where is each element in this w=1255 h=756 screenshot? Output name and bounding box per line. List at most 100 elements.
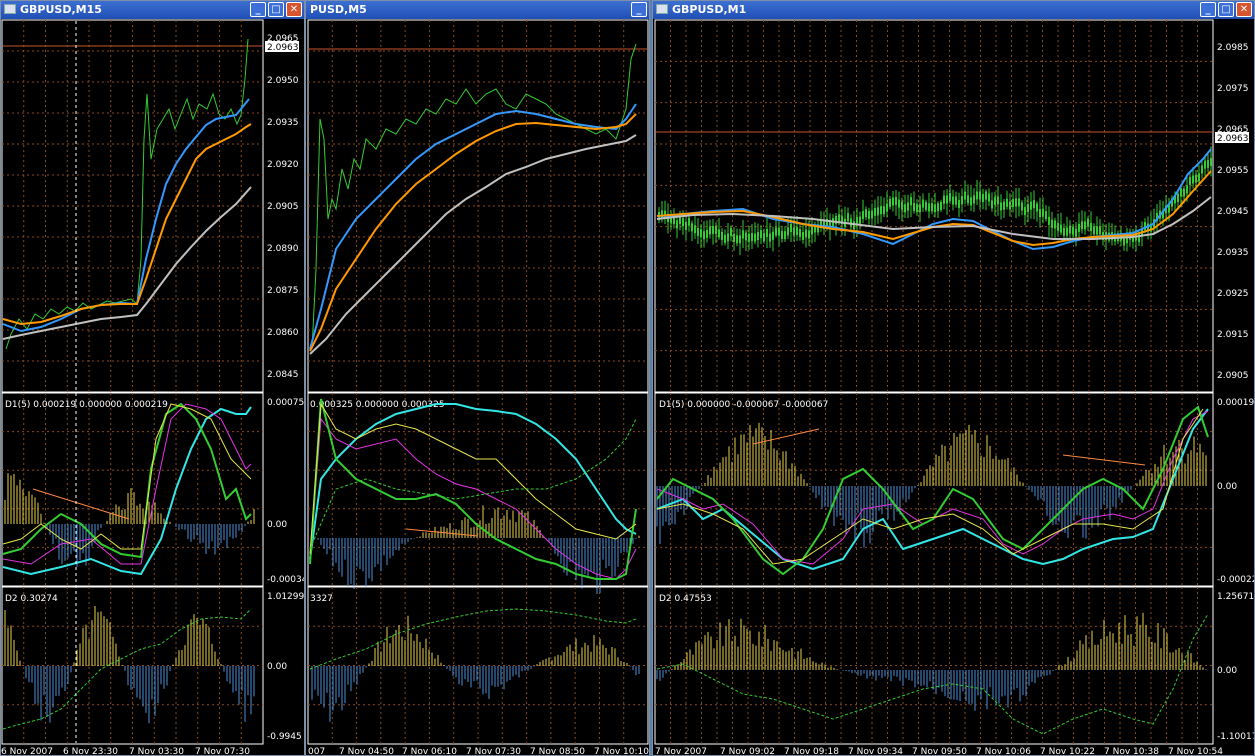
time-tick: 7 Nov 09:34 xyxy=(848,747,903,756)
candle-body xyxy=(1072,226,1074,235)
candle-body xyxy=(964,191,966,200)
price-tick: 2.0920 xyxy=(267,160,299,170)
candle-body xyxy=(922,199,924,208)
candle-body xyxy=(685,221,687,230)
candle-body xyxy=(961,196,963,205)
candle-body xyxy=(793,227,795,236)
indicator-tick: -1.10017 xyxy=(1217,732,1255,742)
candle-body xyxy=(1006,198,1008,207)
price-axis: 2.0985 2.0975 2.0965 2.0955 2.0945 2.093… xyxy=(1215,43,1249,381)
window-title: GBPUSD,M1 xyxy=(672,3,747,16)
candle-body xyxy=(739,235,741,244)
candle-body xyxy=(928,203,930,212)
price-tick: 2.0985 xyxy=(1217,43,1249,53)
candle-body xyxy=(853,221,855,230)
window-titlebar[interactable]: GBPUSD,M1 _ □ ✕ xyxy=(653,1,1254,19)
chart-canvas[interactable]: 2.0965 2.0950 2.0935 2.0920 2.0905 2.089… xyxy=(1,19,305,756)
chart-canvas[interactable]: 2.0985 2.0975 2.0965 2.0955 2.0945 2.093… xyxy=(653,19,1255,756)
candle-body xyxy=(940,201,942,210)
candle-body xyxy=(847,213,849,222)
indicator-tick: 0.00 xyxy=(267,520,287,530)
candle-body xyxy=(772,231,774,240)
histogram xyxy=(4,473,255,567)
candle-body xyxy=(1051,219,1053,228)
chart-window-m15[interactable]: GBPUSD,M15 _ □ ✕ 2.0965 2.0950 2.0935 2.… xyxy=(0,0,305,756)
chart-window-m1[interactable]: GBPUSD,M1 _ □ ✕ 2.0985 2.0975 2.0965 2.0… xyxy=(652,0,1255,756)
close-button[interactable]: ✕ xyxy=(286,2,302,17)
candle-body xyxy=(781,230,783,239)
candle-body xyxy=(733,233,735,242)
candle-body xyxy=(796,227,798,236)
grid xyxy=(2,20,263,392)
candle-body xyxy=(913,202,915,211)
candle-body xyxy=(1192,175,1194,184)
candle-body xyxy=(1021,202,1023,211)
candle-body xyxy=(676,220,678,229)
time-tick: 7 Nov 03:30 xyxy=(129,747,184,756)
candle-body xyxy=(766,229,768,238)
candle-body xyxy=(985,191,987,200)
candle-body xyxy=(934,204,936,213)
candle-body xyxy=(1063,227,1065,236)
indicator-tick: -0.00034 xyxy=(267,575,305,585)
time-tick: 7 Nov 04:50 xyxy=(339,747,394,756)
candle-body xyxy=(871,210,873,219)
candle-body xyxy=(1084,221,1086,230)
minimize-button[interactable]: _ xyxy=(631,2,647,17)
close-button[interactable]: ✕ xyxy=(1236,2,1252,17)
price-tick: 2.0955 xyxy=(1217,166,1249,176)
candle-body xyxy=(754,233,756,242)
ma-fast-line xyxy=(2,98,250,333)
candle-body xyxy=(916,204,918,213)
candle-body xyxy=(925,201,927,210)
time-tick: 7 Nov 10:06 xyxy=(976,747,1031,756)
candle-body xyxy=(970,197,972,206)
indicator-tick: 1.25671 xyxy=(1217,592,1254,602)
indicator-label: D1(5) 0.000000 -0.000067 -0.000067 xyxy=(659,400,828,410)
candle-body xyxy=(1039,209,1041,218)
indicator-tick: 0.00 xyxy=(267,662,287,672)
time-tick: 7 Nov 10:38 xyxy=(1104,747,1159,756)
window-titlebar[interactable]: PUSD,M5 _ xyxy=(306,1,649,19)
chart-window-m5[interactable]: PUSD,M5 _ 0.000325 0.000000 0.000325 332… xyxy=(305,0,650,756)
chart-area[interactable]: 0.000325 0.000000 0.000325 3327 007 7 No… xyxy=(306,19,650,756)
candle-body xyxy=(1003,201,1005,210)
time-tick: 7 Nov 06:10 xyxy=(402,747,457,756)
candle-body xyxy=(991,200,993,209)
indicator-pane-d2: 3327 xyxy=(307,586,649,745)
candle-body xyxy=(910,197,912,206)
candle-body xyxy=(1078,223,1080,232)
candle-body xyxy=(703,231,705,240)
candle-body xyxy=(763,233,765,242)
candle-body xyxy=(1123,237,1125,246)
price-tick: 2.0935 xyxy=(1217,248,1249,258)
price-pane: 2.0965 2.0950 2.0935 2.0920 2.0905 2.089… xyxy=(1,19,299,393)
candle-body xyxy=(1045,211,1047,220)
price-tick: 2.0975 xyxy=(1217,84,1249,94)
chart-canvas[interactable]: 0.000325 0.000000 0.000325 3327 007 7 No… xyxy=(306,19,650,756)
candle-body xyxy=(700,229,702,238)
candle-body xyxy=(787,227,789,236)
time-tick: 7 Nov 09:18 xyxy=(784,747,839,756)
candle-body xyxy=(1009,201,1011,210)
candle-body xyxy=(1057,223,1059,232)
grid xyxy=(655,587,1213,744)
candle-body xyxy=(730,228,732,237)
candle-body xyxy=(1180,188,1182,197)
candle-body xyxy=(889,198,891,207)
minimize-button[interactable]: _ xyxy=(1200,2,1216,17)
minimize-button[interactable]: _ xyxy=(250,2,266,17)
maximize-button[interactable]: □ xyxy=(1218,2,1234,17)
chart-area[interactable]: 2.0965 2.0950 2.0935 2.0920 2.0905 2.089… xyxy=(1,19,305,756)
candle-body xyxy=(949,192,951,201)
histogram xyxy=(4,605,255,724)
candle-body xyxy=(799,228,801,237)
indicator-label: 3327 xyxy=(310,594,333,604)
candle-body xyxy=(751,232,753,241)
window-titlebar[interactable]: GBPUSD,M15 _ □ ✕ xyxy=(1,1,304,19)
candle-body xyxy=(1033,200,1035,209)
candle-body xyxy=(865,209,867,218)
chart-area[interactable]: 2.0985 2.0975 2.0965 2.0955 2.0945 2.093… xyxy=(653,19,1255,756)
indicator-pane-d1: 0.000325 0.000000 0.000325 xyxy=(307,392,649,594)
maximize-button[interactable]: □ xyxy=(268,2,284,17)
